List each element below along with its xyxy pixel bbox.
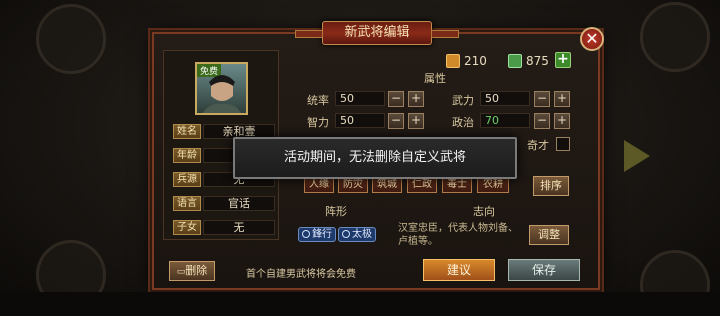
formation-pill[interactable]: 鋒行 (298, 227, 336, 242)
name-label: 姓名 (173, 124, 201, 139)
skill-tag[interactable]: 毒士 (442, 177, 472, 193)
bottom-bar (0, 292, 720, 316)
intelligence-plus-button[interactable]: + (408, 113, 424, 129)
talent-checkbox[interactable] (556, 137, 570, 151)
add-currency-button[interactable]: + (555, 52, 571, 68)
ambition-description: 汉室忠臣，代表人物刘备、卢植等。 (398, 223, 518, 247)
skill-tag[interactable]: 仁政 (407, 177, 437, 193)
gold-icon (446, 54, 460, 68)
force-value[interactable]: 50 (480, 91, 530, 106)
politics-minus-button[interactable]: − (534, 113, 550, 129)
jade-amount: 875 (526, 54, 549, 68)
formation-pill[interactable]: 太极 (338, 227, 376, 242)
intelligence-minus-button[interactable]: − (388, 113, 404, 129)
children-value[interactable]: 无 (203, 220, 275, 235)
jade-icon (508, 54, 522, 68)
portrait[interactable]: 免费 (195, 62, 248, 115)
sort-button[interactable]: 排序 (533, 176, 569, 196)
politics-label: 政治 (452, 116, 474, 129)
troop-source-label: 兵源 (173, 172, 201, 187)
trash-icon: ▭ (176, 267, 186, 277)
close-button[interactable]: ✕ (580, 27, 604, 51)
language-label: 语言 (173, 196, 201, 211)
formation-title: 阵形 (325, 205, 347, 218)
politics-value[interactable]: 70 (480, 113, 530, 128)
delete-button-label: 删除 (185, 264, 208, 277)
command-value[interactable]: 50 (335, 91, 385, 106)
delete-button[interactable]: ▭删除 (169, 261, 215, 281)
gold-amount: 210 (464, 54, 487, 68)
formation-pill-label: 鋒行 (312, 229, 332, 240)
force-plus-button[interactable]: + (554, 91, 570, 107)
skill-tag[interactable]: 人缘 (304, 177, 334, 193)
command-label: 统率 (307, 94, 329, 107)
adjust-button[interactable]: 调整 (529, 225, 569, 245)
formation-icon (342, 230, 350, 238)
dialog-title: 新武将编辑 (295, 21, 459, 45)
save-button[interactable]: 保存 (508, 259, 580, 281)
language-value[interactable]: 官话 (203, 196, 275, 211)
arrow-right-icon (624, 140, 650, 172)
skill-tag[interactable]: 防灾 (338, 177, 368, 193)
formation-pill-label: 太极 (352, 229, 372, 240)
attributes-title: 属性 (424, 72, 446, 85)
intelligence-value[interactable]: 50 (335, 113, 385, 128)
skill-tag[interactable]: 筑城 (372, 177, 402, 193)
game-screen: 新武将编辑 ✕ 210 875 + 免费 姓名 亲和壹 年龄 兵源 无 语言 官… (0, 0, 720, 316)
ambition-title: 志向 (473, 205, 495, 218)
background-avatar-circle (640, 2, 710, 72)
age-label: 年龄 (173, 148, 201, 163)
background-avatar-circle (36, 4, 106, 74)
suggest-button[interactable]: 建议 (423, 259, 495, 281)
command-minus-button[interactable]: − (388, 91, 404, 107)
force-minus-button[interactable]: − (534, 91, 550, 107)
children-label: 子女 (173, 220, 201, 235)
general-face-icon (202, 75, 242, 113)
talent-label: 奇才 (527, 139, 549, 152)
intelligence-label: 智力 (307, 116, 329, 129)
toast-message: 活动期间，无法删除自定义武将 (233, 137, 517, 179)
command-plus-button[interactable]: + (408, 91, 424, 107)
formation-icon (302, 230, 310, 238)
force-label: 武力 (452, 94, 474, 107)
politics-plus-button[interactable]: + (554, 113, 570, 129)
skill-tag[interactable]: 农耕 (477, 177, 509, 193)
free-note: 首个自建男武将将会免费 (246, 269, 356, 280)
